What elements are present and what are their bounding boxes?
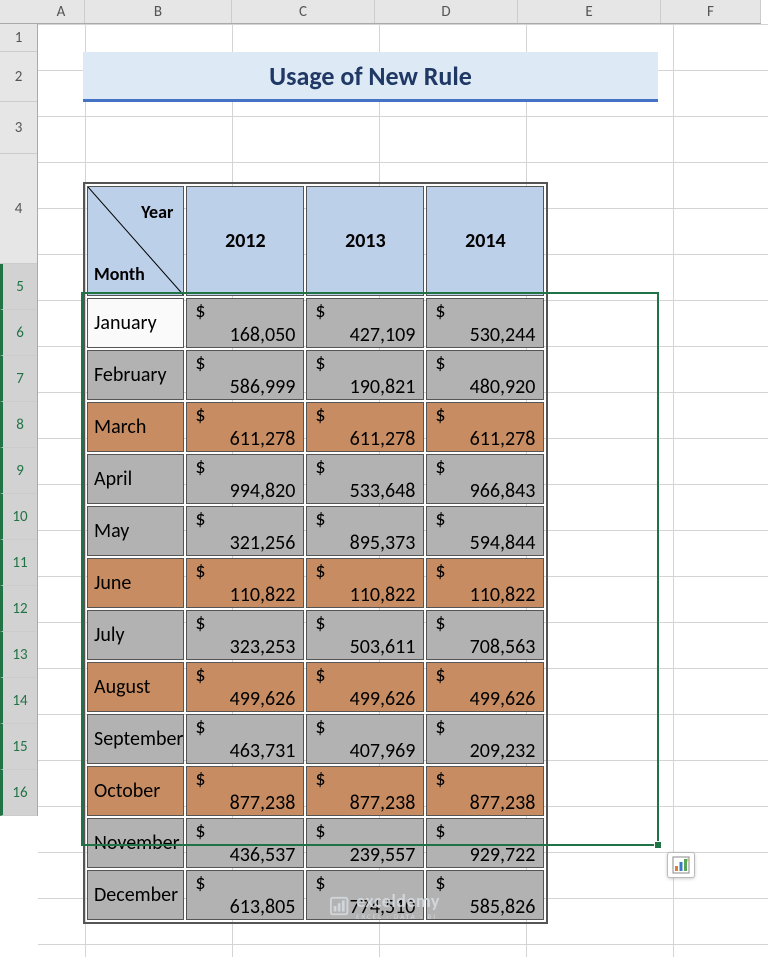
header-year-label: Year	[141, 201, 173, 223]
row-header-2[interactable]: 2	[0, 52, 37, 102]
cell-value[interactable]: $530,244	[426, 298, 544, 348]
quick-analysis-button[interactable]	[667, 852, 695, 878]
row-header-8[interactable]: 8	[0, 402, 37, 448]
cell-value[interactable]: $427,109	[306, 298, 424, 348]
cell-value[interactable]: $499,626	[426, 662, 544, 712]
cell-value[interactable]: $594,844	[426, 506, 544, 556]
cell-month[interactable]: September	[87, 714, 184, 764]
row-header-14[interactable]: 14	[0, 678, 37, 724]
watermark-tag: EXCEL · DATA · BI	[356, 912, 440, 921]
col-header-F[interactable]: F	[661, 0, 761, 23]
cell-value[interactable]: $929,722	[426, 818, 544, 868]
row-header-6[interactable]: 6	[0, 310, 37, 356]
cell-value[interactable]: $877,238	[426, 766, 544, 816]
col-header-E[interactable]: E	[518, 0, 661, 23]
cell-value[interactable]: $321,256	[186, 506, 304, 556]
row-header-12[interactable]: 12	[0, 586, 37, 632]
cell-value[interactable]: $877,238	[306, 766, 424, 816]
cell-value[interactable]: $110,822	[306, 558, 424, 608]
cell-value[interactable]: $323,253	[186, 610, 304, 660]
row-header-10[interactable]: 10	[0, 494, 37, 540]
row-header-4[interactable]: 4	[0, 154, 37, 264]
cell-value[interactable]: $585,826	[426, 870, 544, 920]
cell-month[interactable]: December	[87, 870, 184, 920]
row-header-5[interactable]: 5	[0, 264, 37, 310]
cell-value[interactable]: $611,278	[426, 402, 544, 452]
cell-month[interactable]: November	[87, 818, 184, 868]
cell-value[interactable]: $110,822	[426, 558, 544, 608]
cell-value[interactable]: $994,820	[186, 454, 304, 504]
cell-value[interactable]: $611,278	[306, 402, 424, 452]
cell-value[interactable]: $168,050	[186, 298, 304, 348]
cell-value[interactable]: $190,821	[306, 350, 424, 400]
cell-month[interactable]: June	[87, 558, 184, 608]
row-header-9[interactable]: 9	[0, 448, 37, 494]
quick-analysis-icon	[672, 856, 690, 874]
cell-value[interactable]: $708,563	[426, 610, 544, 660]
cell-month[interactable]: February	[87, 350, 184, 400]
col-header-A[interactable]: A	[38, 0, 85, 23]
cell-month[interactable]: July	[87, 610, 184, 660]
cell-value[interactable]: $533,648	[306, 454, 424, 504]
cell-month[interactable]: April	[87, 454, 184, 504]
fill-handle[interactable]	[654, 841, 662, 849]
watermark-icon	[328, 895, 350, 917]
cell-value[interactable]: $436,537	[186, 818, 304, 868]
header-year-2013[interactable]: 2013	[306, 186, 424, 296]
watermark-name: exceldemy	[356, 890, 440, 912]
cell-value[interactable]: $463,731	[186, 714, 304, 764]
watermark: exceldemy EXCEL · DATA · BI	[328, 890, 440, 921]
row-headers: 12345678910111213141516	[0, 24, 38, 816]
col-header-D[interactable]: D	[375, 0, 518, 23]
cell-value[interactable]: $209,232	[426, 714, 544, 764]
cell-value[interactable]: $110,822	[186, 558, 304, 608]
cell-value[interactable]: $877,238	[186, 766, 304, 816]
row-header-7[interactable]: 7	[0, 356, 37, 402]
column-headers: ABCDEF	[0, 0, 761, 24]
header-year-2012[interactable]: 2012	[186, 186, 304, 296]
cell-value[interactable]: $499,626	[306, 662, 424, 712]
cell-month[interactable]: August	[87, 662, 184, 712]
spreadsheet-view: ABCDEF 12345678910111213141516 Usage of …	[0, 0, 768, 957]
header-month-label: Month	[94, 263, 145, 285]
row-header-15[interactable]: 15	[0, 724, 37, 770]
header-year-2014[interactable]: 2014	[426, 186, 544, 296]
cell-value[interactable]: $966,843	[426, 454, 544, 504]
cell-value[interactable]: $613,805	[186, 870, 304, 920]
row-header-1[interactable]: 1	[0, 24, 37, 52]
cell-value[interactable]: $503,611	[306, 610, 424, 660]
cell-month[interactable]: March	[87, 402, 184, 452]
row-header-13[interactable]: 13	[0, 632, 37, 678]
cell-value[interactable]: $895,373	[306, 506, 424, 556]
cell-value[interactable]: $499,626	[186, 662, 304, 712]
cell-month[interactable]: May	[87, 506, 184, 556]
cell-month[interactable]: October	[87, 766, 184, 816]
cell-value[interactable]: $586,999	[186, 350, 304, 400]
row-header-11[interactable]: 11	[0, 540, 37, 586]
header-month-year-cell[interactable]: Year Month	[87, 186, 184, 296]
col-header-B[interactable]: B	[85, 0, 232, 23]
page-title: Usage of New Rule	[83, 52, 658, 102]
cell-value[interactable]: $239,557	[306, 818, 424, 868]
cell-month[interactable]: January	[87, 298, 184, 348]
row-header-3[interactable]: 3	[0, 102, 37, 154]
col-header-C[interactable]: C	[232, 0, 375, 23]
row-header-16[interactable]: 16	[0, 770, 37, 816]
cell-value[interactable]: $480,920	[426, 350, 544, 400]
cell-value[interactable]: $611,278	[186, 402, 304, 452]
cell-value[interactable]: $407,969	[306, 714, 424, 764]
data-table: Year Month 201220132014 January$168,050$427…	[83, 182, 548, 924]
